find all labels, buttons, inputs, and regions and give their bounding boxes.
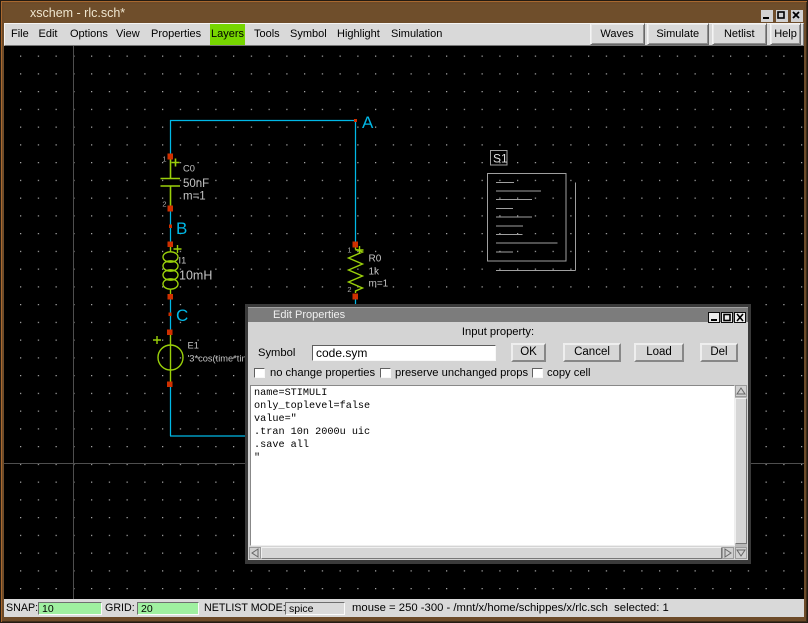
svg-text:10mH: 10mH: [179, 269, 212, 283]
svg-text:1k: 1k: [369, 267, 381, 278]
svg-text:I1: I1: [179, 256, 187, 266]
svg-text:2: 2: [347, 285, 351, 294]
svg-text:1: 1: [347, 246, 351, 255]
svg-text:R0: R0: [369, 254, 382, 265]
svg-text:A: A: [362, 113, 374, 132]
svg-text:E1: E1: [188, 341, 199, 351]
svg-text:2: 2: [162, 200, 166, 209]
svg-text:S1: S1: [493, 152, 508, 166]
svg-text:C: C: [176, 306, 188, 325]
svg-text:m=1: m=1: [183, 191, 206, 203]
svg-text:'3*cos(time*tim: '3*cos(time*tim: [188, 354, 250, 364]
svg-text:50nF: 50nF: [183, 178, 209, 190]
svg-text:C0: C0: [183, 164, 195, 174]
svg-text:m=1: m=1: [369, 279, 389, 290]
svg-text:1: 1: [162, 155, 166, 164]
svg-text:B: B: [176, 219, 187, 238]
